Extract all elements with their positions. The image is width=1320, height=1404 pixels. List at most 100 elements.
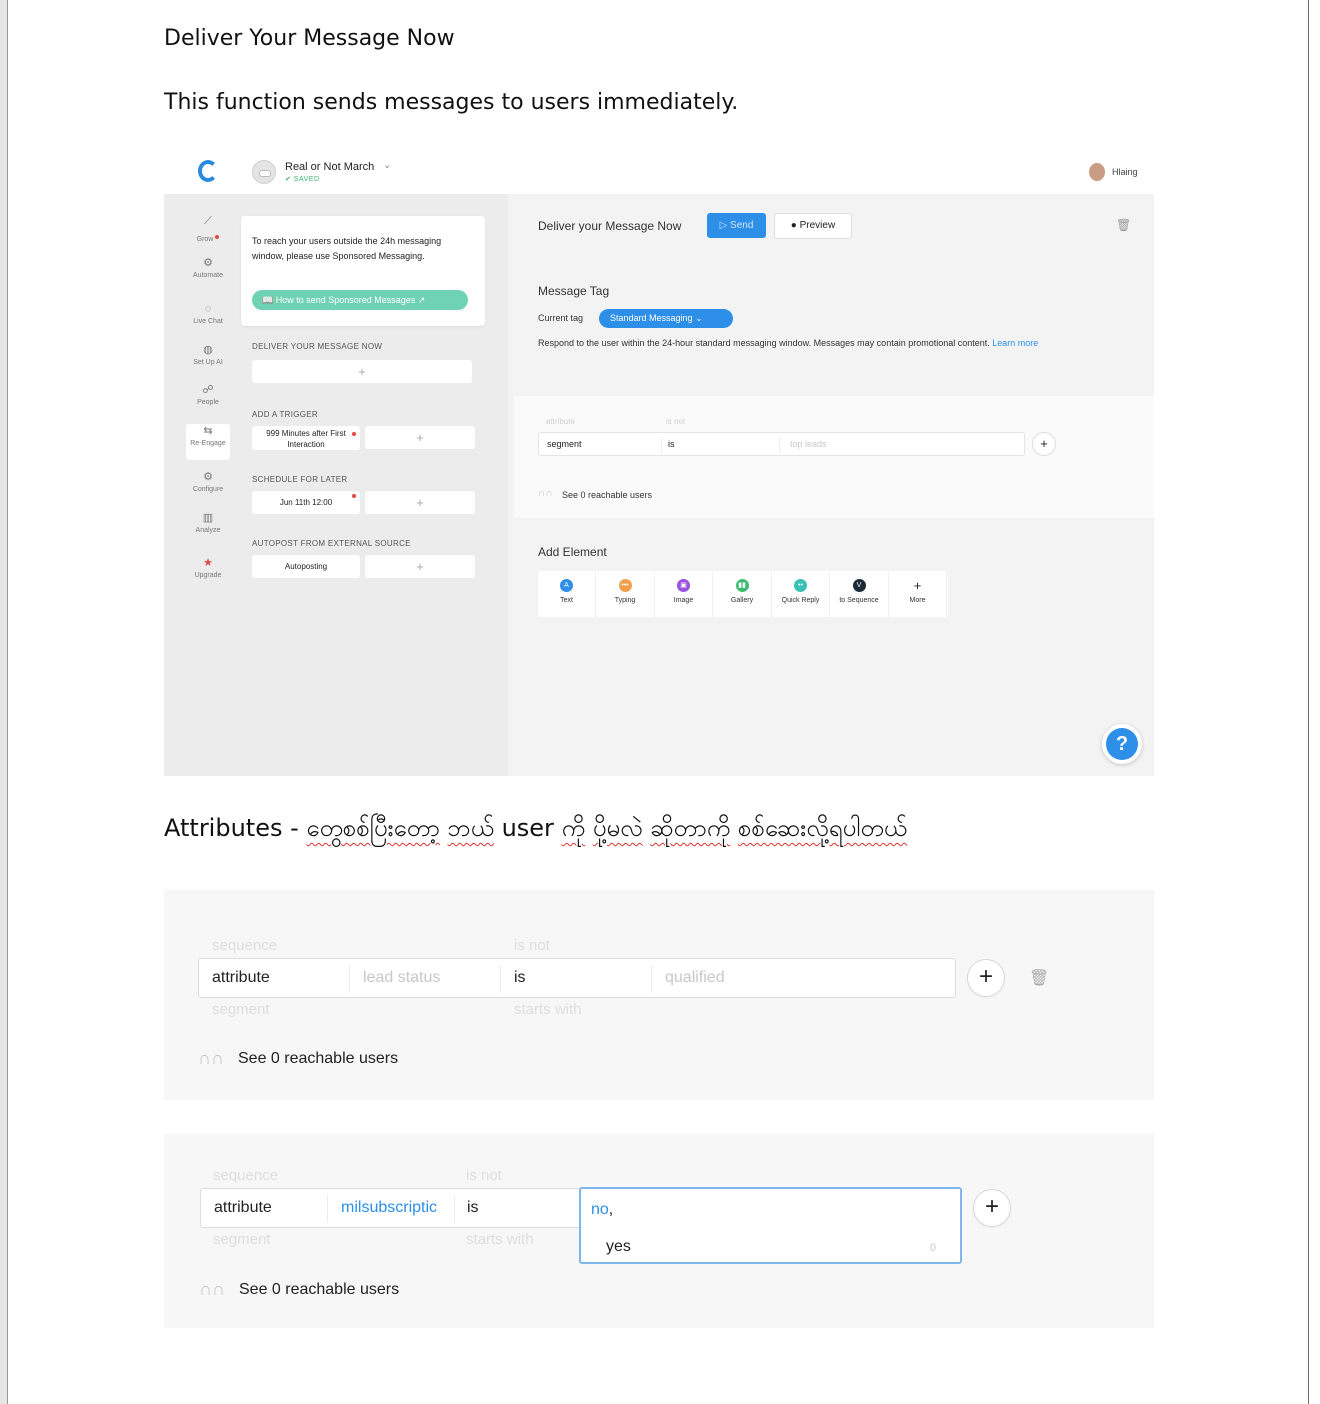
typing-icon: ••• — [618, 579, 632, 592]
trigger-card[interactable]: 999 Minutes after First Interaction — [252, 426, 360, 450]
filter-row: attribute milsubscriptic is — [200, 1188, 585, 1228]
filter-operator[interactable]: is — [668, 439, 675, 449]
ghost-option: starts with — [514, 1001, 582, 1018]
chat-icon: ◌ — [204, 303, 212, 315]
filter-field[interactable]: attribute — [212, 969, 270, 987]
add-element-text[interactable]: A Text — [538, 571, 596, 617]
sponsored-info-text: To reach your users outside the 24h mess… — [252, 236, 442, 261]
autopost-card[interactable]: Autoposting — [252, 555, 360, 578]
sidebar-item-configure[interactable]: ⚙ Configure — [186, 470, 230, 506]
element-label: Image — [673, 597, 694, 604]
selected-value-chip[interactable]: no, — [591, 1201, 613, 1219]
sponsored-info-box: To reach your users outside the 24h mess… — [241, 216, 485, 326]
add-element-image[interactable]: ▣ Image — [655, 571, 713, 617]
value-dropdown[interactable]: no, yes 0 — [579, 1187, 962, 1264]
deliver-add-button[interactable]: + — [252, 360, 472, 383]
sidebar-item-live-chat[interactable]: ◌ Live Chat — [186, 302, 230, 338]
add-filter-button[interactable]: + — [1032, 432, 1056, 456]
message-tag-select[interactable]: Standard Messaging ⌄ — [599, 309, 733, 328]
schedule-card[interactable]: Jun 11th 12:00 — [252, 491, 360, 514]
autopost-add-button[interactable]: + — [365, 555, 475, 578]
heading-word: user — [501, 814, 554, 842]
add-element-more[interactable]: + More — [889, 571, 947, 617]
sidebar-item-automate[interactable]: ⚙ Automate — [186, 256, 230, 292]
sidebar-item-label: Live Chat — [193, 318, 223, 325]
divider — [500, 965, 501, 993]
dropdown-option-yes[interactable]: yes — [606, 1238, 631, 1256]
ghost-option: sequence — [212, 937, 278, 954]
trigger-add-button[interactable]: + — [365, 426, 475, 449]
trash-icon[interactable]: 🗑 — [1029, 968, 1049, 988]
attribute-name-input[interactable]: lead status — [363, 969, 440, 987]
ai-icon: ◍ — [203, 344, 213, 356]
attribute-name-input[interactable]: milsubscriptic — [341, 1199, 437, 1217]
page-edge-left — [0, 0, 8, 1404]
tag-description-text: Respond to the user within the 24-hour s… — [538, 338, 990, 348]
reachable-users-link[interactable]: See 0 reachable users — [239, 1281, 399, 1299]
message-tag-title: Message Tag — [538, 284, 610, 298]
filter-value-input[interactable]: qualified — [665, 969, 725, 987]
ghost-option: starts with — [466, 1231, 534, 1248]
add-filter-button[interactable]: + — [973, 1189, 1011, 1227]
sidebar-item-set-up-ai[interactable]: ◍ Set Up AI — [186, 343, 230, 379]
schedule-add-button[interactable]: + — [365, 491, 475, 514]
filter-field[interactable]: segment — [547, 439, 582, 449]
attributes-heading-words: တွေစစ်ပြီးတော့ ဘယ် user ကို ပို့မလဲ ဆိုတ… — [306, 814, 907, 842]
attributes-heading: Attributes - တွေစစ်ပြီးတော့ ဘယ် user ကို… — [164, 812, 907, 848]
ghost-option: sequence — [213, 1167, 279, 1184]
trigger-alert-dot — [352, 432, 356, 436]
element-label: Quick Reply — [781, 597, 820, 604]
option-count: 0 — [929, 1242, 936, 1254]
app-topbar: Real or Not March ⌄ ✔ SAVED Hlaing — [164, 150, 1154, 194]
more-icon: + — [911, 579, 924, 592]
reachable-users-link[interactable]: See 0 reachable users — [562, 490, 652, 500]
reachable-users-link[interactable]: See 0 reachable users — [238, 1050, 398, 1068]
filter-operator[interactable]: is — [467, 1199, 479, 1217]
heading-word: ဘယ် — [447, 814, 494, 842]
ghost-option: is not — [466, 1167, 502, 1184]
grow-icon: ⟋ — [204, 215, 212, 227]
divider — [327, 1195, 328, 1223]
add-filter-button[interactable]: + — [967, 959, 1005, 997]
ghost-option: segment — [213, 1231, 271, 1248]
filter-operator[interactable]: is — [514, 969, 526, 987]
heading-word: တွေစစ်ပြီးတော့ — [306, 814, 440, 842]
send-button[interactable]: ▷ Send — [707, 213, 766, 238]
configure-icon: ⚙ — [203, 471, 213, 483]
sidebar-item-re-engage[interactable]: ⇆ Re-Engage — [186, 424, 230, 460]
sidebar-item-analyze[interactable]: ▥ Analyze — [186, 511, 230, 547]
add-element-gallery[interactable]: ▮▮ Gallery — [714, 571, 772, 617]
user-avatar[interactable] — [1089, 163, 1105, 181]
sidebar-item-upgrade[interactable]: ★ Upgrade — [186, 556, 230, 592]
ghost-option: is not — [514, 937, 550, 954]
bot-name[interactable]: Real or Not March — [285, 161, 374, 173]
star-icon: ★ — [203, 557, 213, 569]
help-button[interactable]: ? — [1102, 724, 1142, 764]
preview-button[interactable]: ● Preview — [774, 213, 852, 239]
notification-dot — [215, 234, 220, 239]
add-element-quick-reply[interactable]: •• Quick Reply — [772, 571, 830, 617]
sponsored-howto-button[interactable]: 📖 How to send Sponsored Messages ↗ — [252, 290, 468, 310]
add-element-to-sequence[interactable]: Vto Sequence — [831, 571, 889, 617]
trash-icon[interactable]: 🗑 — [1116, 218, 1131, 232]
tag-description: Respond to the user within the 24-hour s… — [538, 336, 1118, 350]
sidebar-item-people[interactable]: ☍ People — [186, 383, 230, 419]
bot-avatar[interactable] — [252, 160, 276, 184]
divider — [349, 965, 350, 993]
messenger-icon: ● — [790, 220, 797, 231]
people-icon: ∩∩ — [198, 1048, 224, 1068]
ghost-option: attribute — [546, 417, 575, 426]
filter-value[interactable]: top leads — [790, 439, 827, 449]
text-icon: A — [560, 579, 573, 592]
chatfuel-logo-icon[interactable] — [198, 160, 218, 182]
learn-more-link[interactable]: Learn more — [992, 338, 1038, 348]
add-element-typing[interactable]: ••• Typing — [597, 571, 655, 617]
divider — [651, 965, 652, 993]
filter-field[interactable]: attribute — [214, 1199, 272, 1217]
chevron-down-icon[interactable]: ⌄ — [383, 160, 391, 171]
trigger-value: 999 Minutes after First Interaction — [266, 429, 346, 449]
page-edge-right — [1308, 0, 1320, 1404]
ghost-option: segment — [212, 1001, 270, 1018]
user-name[interactable]: Hlaing — [1112, 167, 1138, 177]
sidebar-item-grow[interactable]: ⟋ Grow — [186, 214, 230, 250]
